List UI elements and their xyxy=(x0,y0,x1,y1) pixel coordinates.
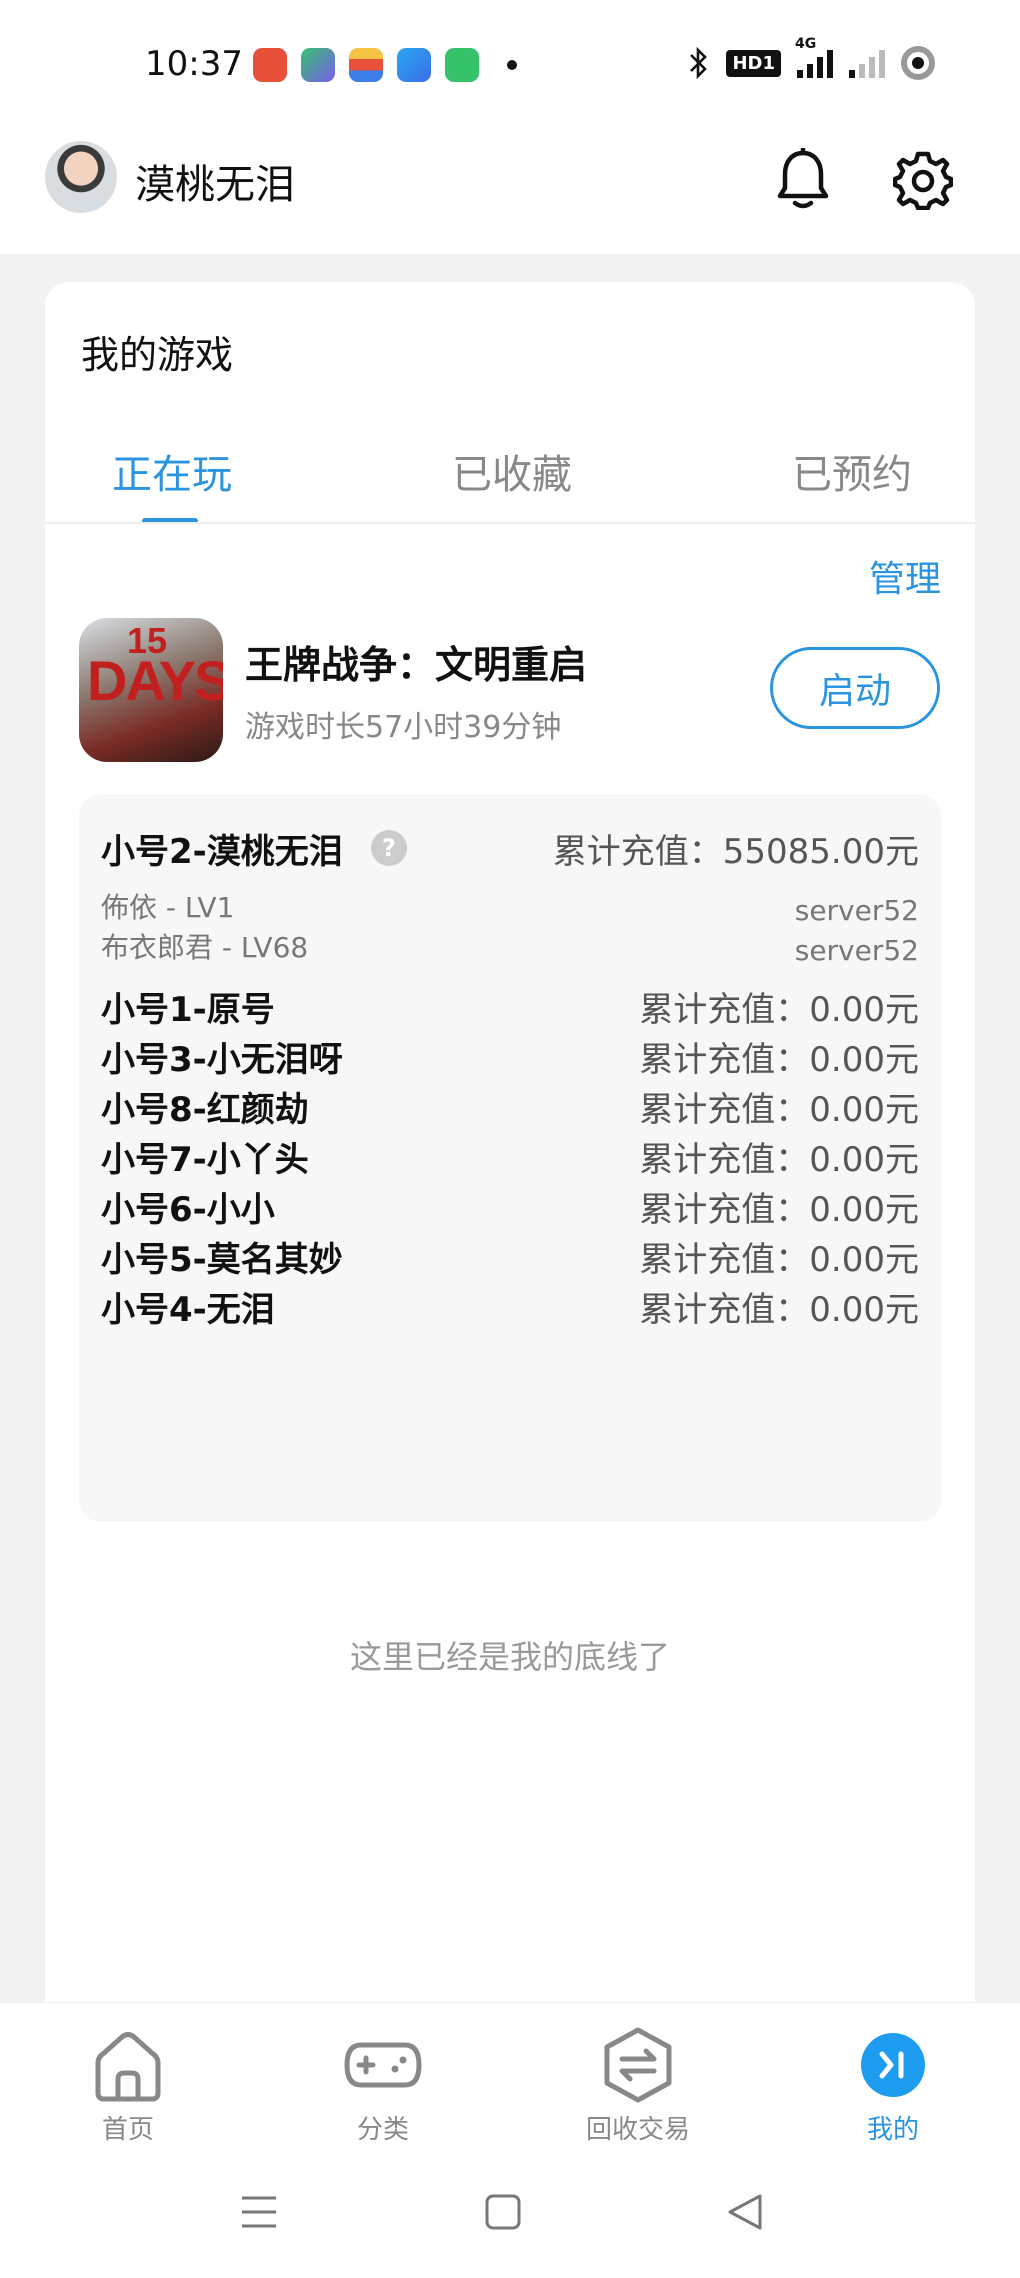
role-row: 佈依 - LV1 server52 xyxy=(101,886,919,927)
account-name: 小号6-小小 xyxy=(101,1190,275,1230)
status-bar: 10:37 HD1 4G xyxy=(0,0,1020,120)
card-title: 我的游戏 xyxy=(81,333,234,377)
back-nav-button[interactable] xyxy=(726,2193,764,2231)
account-name: 小号5-莫名其妙 xyxy=(101,1240,343,1280)
secondary-signal-icon xyxy=(849,48,885,78)
nav-label: 首页 xyxy=(101,2115,154,2145)
game-icon-text: DAYS xyxy=(87,649,223,712)
profile-header: 漠桃无泪 xyxy=(0,120,1020,254)
home-nav-button[interactable] xyxy=(484,2193,522,2231)
game-name[interactable]: 王牌战争：文明重启 xyxy=(245,634,587,689)
game-icon[interactable]: 15 DAYS xyxy=(79,618,223,762)
tab-favorites[interactable]: 已收藏 xyxy=(452,442,572,500)
music-app-icon xyxy=(253,48,287,82)
help-icon[interactable]: ? xyxy=(371,830,407,866)
game-tabs: 正在玩 已收藏 已预约 xyxy=(45,442,975,506)
browser-app-icon xyxy=(397,48,431,82)
more-notifications-dot xyxy=(507,60,517,70)
notification-icons xyxy=(253,48,517,82)
account-list: 小号2-漠桃无泪 ? 累计充值：55085.00元 佈依 - LV1 serve… xyxy=(79,794,941,1522)
manage-link[interactable]: 管理 xyxy=(869,550,941,602)
account-name: 小号2-漠桃无泪 xyxy=(101,832,343,872)
nav-home[interactable]: 首页 xyxy=(48,2027,208,2146)
account-recharge: 累计充值：0.00元 xyxy=(639,1090,919,1130)
nav-label: 我的 xyxy=(866,2115,919,2145)
cell-signal-icon: 4G xyxy=(795,36,833,78)
profile-icon xyxy=(861,2033,925,2097)
account-recharge: 累计充值：0.00元 xyxy=(639,1140,919,1180)
launch-button[interactable]: 启动 xyxy=(770,647,940,729)
role-server: server52 xyxy=(794,934,919,967)
system-indicators: HD1 4G xyxy=(688,36,935,80)
message-app-icon xyxy=(445,48,479,82)
account-name: 小号1-原号 xyxy=(101,990,275,1030)
gear-icon[interactable] xyxy=(893,150,953,210)
account-recharge: 累计充值：0.00元 xyxy=(639,1040,919,1080)
account-row[interactable]: 小号5-莫名其妙 累计充值：0.00元 xyxy=(101,1232,919,1282)
account-recharge: 累计充值：55085.00元 xyxy=(552,832,919,872)
role-name: 布衣郎君 - LV68 xyxy=(101,931,309,964)
account-row[interactable]: 小号8-红颜劫 累计充值：0.00元 xyxy=(101,1082,919,1132)
account-row[interactable]: 小号3-小无泪呀 累计充值：0.00元 xyxy=(101,1032,919,1082)
bluetooth-icon xyxy=(690,46,708,80)
account-row[interactable]: 小号7-小丫头 累计充值：0.00元 xyxy=(101,1132,919,1182)
account-recharge: 累计充值：0.00元 xyxy=(639,990,919,1030)
account-recharge: 累计充值：0.00元 xyxy=(639,1190,919,1230)
tab-playing[interactable]: 正在玩 xyxy=(112,442,232,500)
my-games-card: 我的游戏 正在玩 已收藏 已预约 管理 15 DAYS 王牌战争：文明重启 游戏… xyxy=(45,282,975,2002)
network-type-label: 4G xyxy=(795,36,817,52)
nav-label: 回收交易 xyxy=(585,2115,690,2145)
account-recharge: 累计充值：0.00元 xyxy=(639,1240,919,1280)
game-playtime: 游戏时长57小时39分钟 xyxy=(245,710,562,745)
username[interactable]: 漠桃无泪 xyxy=(135,152,295,210)
role-name: 佈依 - LV1 xyxy=(101,891,235,924)
battery-icon xyxy=(901,46,935,80)
role-server: server52 xyxy=(794,894,919,927)
role-row: 布衣郎君 - LV68 server52 xyxy=(101,926,919,967)
home-icon xyxy=(95,2032,161,2102)
wallet-app-icon xyxy=(349,48,383,82)
account-name: 小号8-红颜劫 xyxy=(101,1090,309,1130)
account-row[interactable]: 小号4-无泪 累计充值：0.00元 xyxy=(101,1282,919,1332)
bell-icon[interactable] xyxy=(775,148,831,212)
account-row[interactable]: 小号1-原号 累计充值：0.00元 xyxy=(101,982,919,1032)
status-time: 10:37 xyxy=(145,44,243,84)
tabs-divider xyxy=(45,522,975,524)
avatar[interactable] xyxy=(45,141,117,213)
video-app-icon xyxy=(301,48,335,82)
nav-profile[interactable]: 我的 xyxy=(813,2027,973,2146)
gamepad-icon xyxy=(344,2042,422,2088)
account-name: 小号4-无泪 xyxy=(101,1290,275,1330)
account-row[interactable]: 小号2-漠桃无泪 ? 累计充值：55085.00元 xyxy=(101,824,919,874)
account-row[interactable]: 小号6-小小 累计充值：0.00元 xyxy=(101,1182,919,1232)
account-recharge: 累计充值：0.00元 xyxy=(639,1290,919,1330)
end-of-list-note: 这里已经是我的底线了 xyxy=(349,1638,670,1676)
nav-recycle-trade[interactable]: 回收交易 xyxy=(558,2027,718,2146)
nav-label: 分类 xyxy=(356,2115,409,2145)
menu-nav-button[interactable] xyxy=(240,2193,278,2231)
bottom-nav: 首页 分类 回收交易 我的 xyxy=(0,2002,1020,2278)
account-name: 小号3-小无泪呀 xyxy=(101,1040,343,1080)
nav-category[interactable]: 分类 xyxy=(303,2027,463,2146)
exchange-icon xyxy=(604,2027,672,2103)
account-name: 小号7-小丫头 xyxy=(101,1140,309,1180)
hd-badge: HD1 xyxy=(726,49,781,77)
tab-reserved[interactable]: 已预约 xyxy=(792,442,912,500)
